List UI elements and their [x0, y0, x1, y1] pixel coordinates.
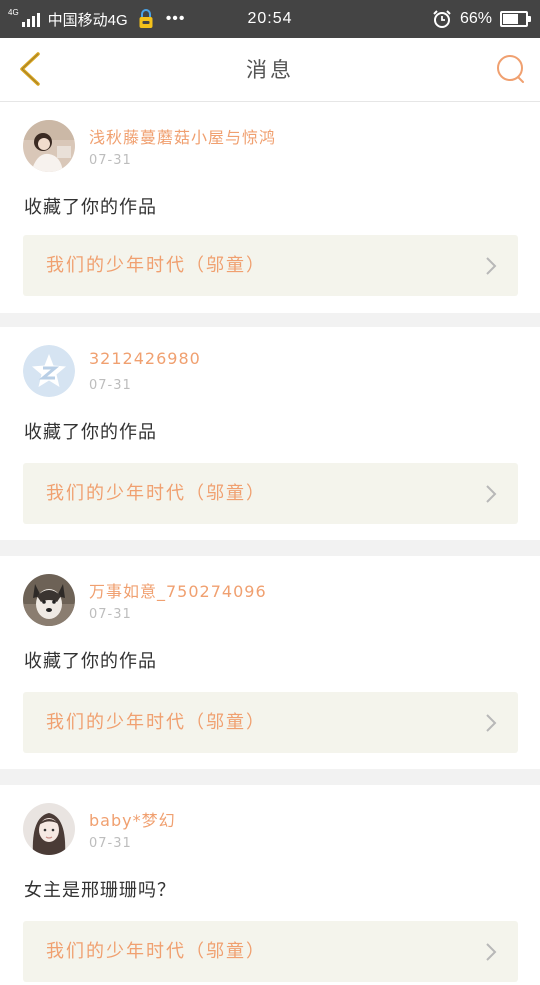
avatar[interactable]	[23, 345, 75, 397]
message-item: baby*梦幻 07-31 女主是邢珊珊吗？ 我们的少年时代（邬童）	[0, 785, 540, 985]
work-link[interactable]: 我们的少年时代（邬童）	[23, 463, 518, 524]
battery-icon	[500, 11, 531, 27]
message-text: 收藏了你的作品	[24, 422, 157, 443]
chevron-right-icon	[486, 485, 497, 503]
username[interactable]: baby*梦幻	[89, 807, 176, 831]
work-title: 我们的少年时代（邬童）	[46, 483, 266, 504]
message-text: 收藏了你的作品	[24, 197, 157, 218]
chevron-left-icon[interactable]	[12, 50, 52, 90]
work-title: 我们的少年时代（邬童）	[46, 941, 266, 962]
app-notification-icon	[139, 9, 153, 28]
work-link[interactable]: 我们的少年时代（邬童）	[23, 921, 518, 982]
message-text: 收藏了你的作品	[24, 651, 157, 672]
username[interactable]: 3212426980	[89, 349, 201, 368]
work-title: 我们的少年时代（邬童）	[46, 712, 266, 733]
avatar[interactable]	[23, 803, 75, 855]
message-date: 07-31	[89, 153, 132, 168]
more-notifications-dots: •••	[165, 10, 186, 27]
status-bar: 4G 中国移动4G ••• 20:54 66%	[0, 0, 540, 38]
battery-percent: 66%	[459, 10, 492, 27]
username[interactable]: 万事如意_750274096	[89, 578, 267, 602]
header-bar: 消息	[0, 38, 540, 102]
qzone-default-avatar	[23, 345, 75, 397]
work-link[interactable]: 我们的少年时代（邬童）	[23, 235, 518, 296]
message-item: 万事如意_750274096 07-31 收藏了你的作品 我们的少年时代（邬童）	[0, 556, 540, 769]
work-link[interactable]: 我们的少年时代（邬童）	[23, 692, 518, 753]
status-left: 4G 中国移动4G •••	[8, 0, 186, 38]
network-type: 4G	[8, 7, 19, 17]
chevron-right-icon	[486, 714, 497, 732]
alarm-icon	[433, 10, 451, 28]
chevron-right-icon	[486, 257, 497, 275]
girl-photo-avatar	[23, 803, 75, 855]
message-date: 07-31	[89, 836, 132, 851]
carrier-label: 中国移动4G	[47, 11, 128, 29]
username[interactable]: 浅秋藤蔓蘑菇小屋与惊鸿	[89, 124, 276, 148]
search-icon[interactable]	[490, 50, 530, 90]
message-item: 3212426980 07-31 收藏了你的作品 我们的少年时代（邬童）	[0, 327, 540, 540]
avatar[interactable]	[23, 120, 75, 172]
message-date: 07-31	[89, 607, 132, 622]
work-title: 我们的少年时代（邬童）	[46, 255, 266, 276]
dog-photo-avatar	[23, 574, 75, 626]
signal-icon	[21, 11, 40, 27]
message-date: 07-31	[89, 378, 132, 393]
page-title: 消息	[246, 58, 294, 82]
message-item: 浅秋藤蔓蘑菇小屋与惊鸿 07-31 收藏了你的作品 我们的少年时代（邬童）	[0, 102, 540, 313]
message-text: 女主是邢珊珊吗？	[24, 880, 176, 901]
status-right: 66%	[432, 0, 531, 38]
photo-avatar	[23, 120, 75, 172]
avatar[interactable]	[23, 574, 75, 626]
